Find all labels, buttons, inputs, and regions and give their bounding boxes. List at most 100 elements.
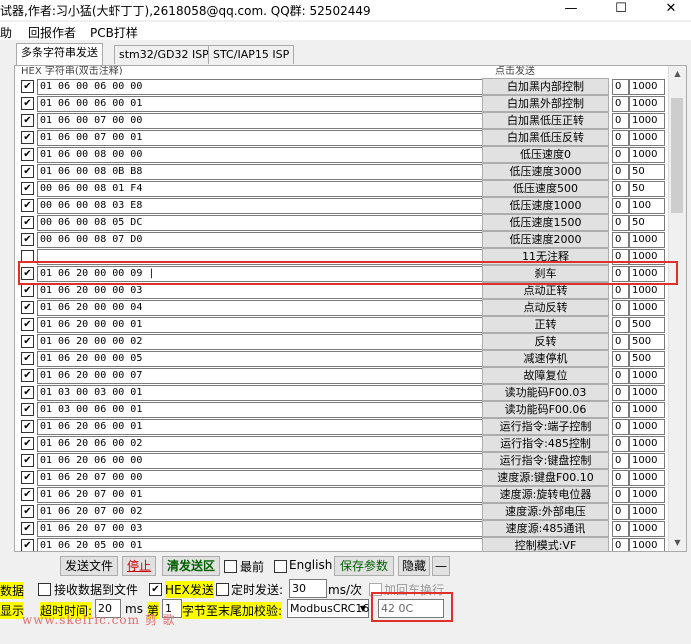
row-send-button[interactable]: 速度源:外部电压 xyxy=(482,503,609,520)
row-order-input[interactable]: 0 xyxy=(612,300,629,316)
row-send-checkbox[interactable]: ✔ xyxy=(21,199,34,212)
row-delay-input[interactable]: 1000 xyxy=(629,504,665,520)
row-send-button[interactable]: 白加黑内部控制 xyxy=(482,78,609,95)
hex-string-input[interactable]: 01 06 00 06 00 00 xyxy=(37,79,483,95)
hex-string-input[interactable]: 01 06 20 07 00 03 xyxy=(37,521,483,537)
clear-send-button[interactable]: 清发送区 xyxy=(162,556,220,576)
minimize-button[interactable]: — xyxy=(554,0,588,20)
row-delay-input[interactable]: 1000 xyxy=(629,283,665,299)
interval-input[interactable]: 30 xyxy=(289,579,327,598)
row-order-input[interactable]: 0 xyxy=(612,164,629,180)
scroll-thumb[interactable] xyxy=(671,98,683,213)
send-file-button[interactable]: 发送文件 xyxy=(60,556,118,576)
timed-send-checkbox[interactable] xyxy=(216,583,229,596)
hex-string-input[interactable]: 01 06 00 07 00 01 xyxy=(37,130,483,146)
row-order-input[interactable]: 0 xyxy=(612,79,629,95)
save-params-button[interactable]: 保存参数 xyxy=(334,556,394,576)
hex-string-input[interactable]: 01 06 00 07 00 00 xyxy=(37,113,483,129)
row-send-button[interactable]: 运行指令:键盘控制 xyxy=(482,452,609,469)
row-send-button[interactable]: 白加黑外部控制 xyxy=(482,95,609,112)
row-send-checkbox[interactable]: ✔ xyxy=(21,80,34,93)
row-send-checkbox[interactable]: ✔ xyxy=(21,369,34,382)
row-delay-input[interactable]: 1000 xyxy=(629,300,665,316)
row-delay-input[interactable]: 1000 xyxy=(629,521,665,537)
hex-string-input[interactable]: 01 06 20 00 00 04 xyxy=(37,300,483,316)
row-send-button[interactable]: 控制模式:VF xyxy=(482,537,609,551)
row-order-input[interactable]: 0 xyxy=(612,419,629,435)
hex-string-input[interactable]: 00 06 00 08 01 F4 xyxy=(37,181,483,197)
row-send-checkbox[interactable]: ✔ xyxy=(21,539,34,551)
row-send-checkbox[interactable]: ✔ xyxy=(21,352,34,365)
stop-button[interactable]: 停止 xyxy=(122,556,156,576)
row-send-checkbox[interactable]: ✔ xyxy=(21,233,34,246)
menu-help[interactable]: 助 xyxy=(0,24,12,41)
row-order-input[interactable]: 0 xyxy=(612,232,629,248)
hex-send-checkbox[interactable]: ✔ xyxy=(149,583,162,596)
close-button[interactable]: ✕ xyxy=(654,0,688,20)
row-order-input[interactable]: 0 xyxy=(612,130,629,146)
hex-string-input[interactable]: 01 06 20 00 00 05 xyxy=(37,351,483,367)
recv-to-file-checkbox[interactable] xyxy=(38,583,51,596)
row-delay-input[interactable]: 50 xyxy=(629,215,665,231)
row-delay-input[interactable]: 1000 xyxy=(629,113,665,129)
hex-string-input[interactable]: 00 06 00 08 05 DC xyxy=(37,215,483,231)
row-order-input[interactable]: 0 xyxy=(612,351,629,367)
scroll-down-icon[interactable]: ▼ xyxy=(669,535,686,551)
hex-string-input[interactable]: 00 06 00 08 07 D0 xyxy=(37,232,483,248)
english-checkbox[interactable] xyxy=(274,560,287,573)
row-send-checkbox[interactable]: ✔ xyxy=(21,131,34,144)
row-delay-input[interactable]: 100 xyxy=(629,198,665,214)
row-send-button[interactable]: 低压速度3000 xyxy=(482,163,609,180)
row-delay-input[interactable]: 1000 xyxy=(629,147,665,163)
row-send-button[interactable]: 运行指令:端子控制 xyxy=(482,418,609,435)
hex-string-input[interactable]: 01 06 00 06 00 01 xyxy=(37,96,483,112)
row-order-input[interactable]: 0 xyxy=(612,317,629,333)
row-delay-input[interactable]: 1000 xyxy=(629,79,665,95)
row-delay-input[interactable]: 1000 xyxy=(629,232,665,248)
row-order-input[interactable]: 0 xyxy=(612,385,629,401)
row-send-button[interactable]: 反转 xyxy=(482,333,609,350)
maximize-button[interactable]: ☐ xyxy=(604,0,638,20)
row-send-button[interactable]: 白加黑低压反转 xyxy=(482,129,609,146)
row-send-button[interactable]: 运行指令:485控制 xyxy=(482,435,609,452)
row-send-checkbox[interactable]: ✔ xyxy=(21,148,34,161)
row-send-button[interactable]: 点动反转 xyxy=(482,299,609,316)
row-delay-input[interactable]: 1000 xyxy=(629,96,665,112)
row-send-button[interactable]: 读功能码F00.03 xyxy=(482,384,609,401)
row-order-input[interactable]: 0 xyxy=(612,96,629,112)
row-send-checkbox[interactable]: ✔ xyxy=(21,437,34,450)
hex-string-input[interactable]: 01 06 00 08 0B B8 xyxy=(37,164,483,180)
row-send-button[interactable]: 低压速度1000 xyxy=(482,197,609,214)
row-send-checkbox[interactable]: ✔ xyxy=(21,403,34,416)
row-send-checkbox[interactable]: ✔ xyxy=(21,165,34,178)
hide-button[interactable]: 隐藏 xyxy=(398,556,430,576)
row-delay-input[interactable]: 1000 xyxy=(629,419,665,435)
row-send-checkbox[interactable]: ✔ xyxy=(21,216,34,229)
row-send-button[interactable]: 速度源:键盘F00.10 xyxy=(482,469,609,486)
hex-string-input[interactable]: 01 06 20 07 00 01 xyxy=(37,487,483,503)
row-delay-input[interactable]: 1000 xyxy=(629,470,665,486)
row-send-checkbox[interactable]: ✔ xyxy=(21,522,34,535)
row-delay-input[interactable]: 1000 xyxy=(629,538,665,551)
row-order-input[interactable]: 0 xyxy=(612,113,629,129)
row-send-checkbox[interactable]: ✔ xyxy=(21,97,34,110)
row-order-input[interactable]: 0 xyxy=(612,147,629,163)
row-send-checkbox[interactable]: ✔ xyxy=(21,284,34,297)
row-send-button[interactable]: 低压速度500 xyxy=(482,180,609,197)
row-send-checkbox[interactable]: ✔ xyxy=(21,420,34,433)
hex-string-input[interactable]: 01 06 20 00 00 02 xyxy=(37,334,483,350)
topmost-checkbox[interactable] xyxy=(224,560,237,573)
row-send-checkbox[interactable]: ✔ xyxy=(21,335,34,348)
hex-string-input[interactable]: 01 06 20 06 00 00 xyxy=(37,453,483,469)
row-delay-input[interactable]: 50 xyxy=(629,164,665,180)
row-send-checkbox[interactable]: ✔ xyxy=(21,505,34,518)
tab-multi-string[interactable]: 多条字符串发送 xyxy=(16,43,103,65)
hex-string-input[interactable]: 01 03 00 06 00 01 xyxy=(37,402,483,418)
row-order-input[interactable]: 0 xyxy=(612,283,629,299)
row-delay-input[interactable]: 1000 xyxy=(629,402,665,418)
row-delay-input[interactable]: 500 xyxy=(629,351,665,367)
menu-pcb[interactable]: PCB打样 xyxy=(90,24,138,41)
row-order-input[interactable]: 0 xyxy=(612,215,629,231)
hex-string-input[interactable]: 01 06 20 06 00 02 xyxy=(37,436,483,452)
row-delay-input[interactable]: 500 xyxy=(629,317,665,333)
